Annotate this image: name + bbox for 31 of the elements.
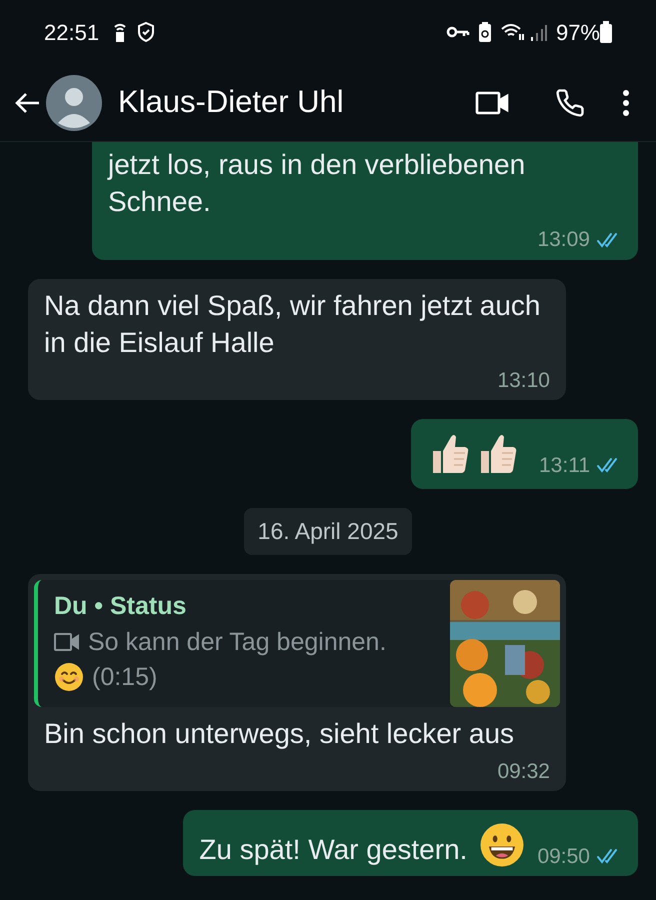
smiling-face-icon xyxy=(54,662,84,692)
phone-icon xyxy=(555,88,585,118)
video-duration: (0:15) xyxy=(92,662,158,692)
message-time: 09:50 xyxy=(537,844,590,870)
contact-name[interactable]: Klaus-Dieter Uhl xyxy=(118,79,472,126)
quote-text: So kann der Tag beginnen. xyxy=(88,626,386,658)
wifi-icon xyxy=(500,22,526,42)
date-chip: 16. April 2025 xyxy=(244,508,412,554)
clock: 22:51 xyxy=(44,18,100,46)
message-time: 09:32 xyxy=(497,758,550,784)
battery-saver-icon xyxy=(478,21,492,43)
quote-author: Du • Status xyxy=(54,590,188,622)
message-time: 13:10 xyxy=(497,368,550,394)
message-text: Zu spät! War gestern. xyxy=(199,833,468,867)
shield-icon xyxy=(137,21,156,43)
key-icon xyxy=(446,25,470,39)
battery-icon xyxy=(600,21,612,43)
battery-percentage: 97% xyxy=(556,18,600,46)
quoted-status[interactable]: Du • Status So kann der Tag beginnen. (0:15) xyxy=(34,580,560,706)
message-time: 13:09 xyxy=(537,227,590,253)
video-camera-icon xyxy=(475,90,509,114)
video-icon xyxy=(54,632,80,652)
signal-icon xyxy=(530,22,548,42)
message-text: Na dann viel Spaß, wir fahren jetzt auch in die Eislauf Halle xyxy=(44,288,542,360)
message-text: Bin schon unterwegs, sieht lecker aus xyxy=(44,716,514,751)
message-text: jetzt los, raus in den verbliebenen Schnee. xyxy=(108,148,526,219)
back-arrow-icon xyxy=(14,92,40,114)
grinning-face-icon xyxy=(479,822,526,868)
message-time: 13:11 xyxy=(539,452,590,478)
more-options-icon xyxy=(622,88,630,116)
avatar[interactable] xyxy=(46,74,102,130)
